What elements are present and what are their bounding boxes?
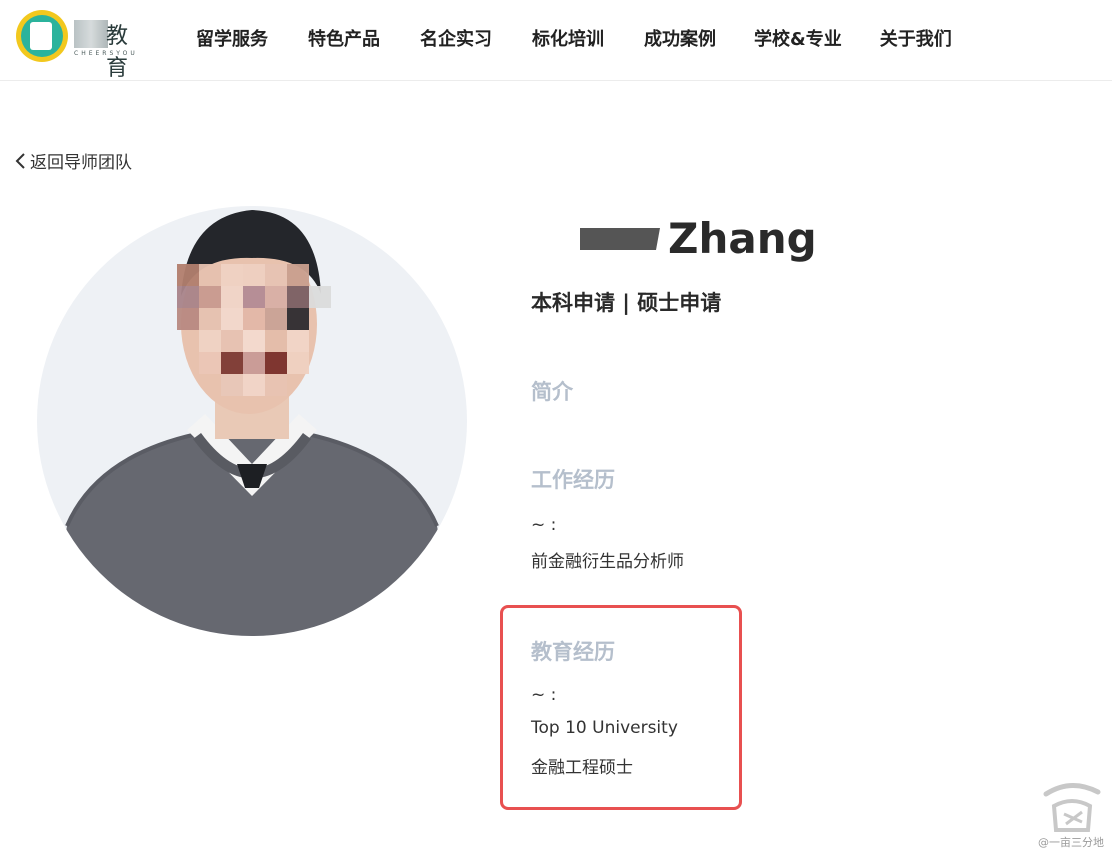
education-period: ~ :: [531, 685, 557, 705]
chevron-left-icon: [15, 152, 25, 169]
watermark-text: @一亩三分地: [1038, 836, 1104, 849]
top-header: 教育 CHEERSYOU 留学服务 特色产品 名企实习 标化培训 成功案例 学校…: [0, 0, 1112, 81]
lemon-logo-icon: [16, 10, 68, 62]
nav-item-test-prep[interactable]: 标化培训: [532, 25, 604, 53]
work-role: 前金融衍生品分析师: [531, 552, 684, 572]
mentor-portrait-illustration: [47, 210, 457, 636]
nav-item-study-abroad[interactable]: 留学服务: [196, 25, 268, 53]
mentor-services: 本科申请 | 硕士申请: [531, 291, 722, 315]
logo-tagline: CHEERSYOU: [74, 50, 138, 57]
education-heading: 教育经历: [531, 640, 615, 664]
intro-heading: 简介: [531, 380, 573, 404]
back-to-team-link[interactable]: 返回导师团队: [14, 148, 132, 173]
nav-item-internships[interactable]: 名企实习: [420, 25, 492, 53]
education-school: Top 10 University: [531, 718, 678, 738]
mentor-name: Zhang: [530, 218, 817, 260]
main-nav: 留学服务 特色产品 名企实习 标化培训 成功案例 学校&专业 关于我们: [196, 25, 952, 53]
logo-redaction: [74, 20, 108, 48]
nav-item-products[interactable]: 特色产品: [308, 25, 380, 53]
work-period: ~ :: [531, 515, 557, 535]
watermark-logo-icon: [1043, 783, 1101, 832]
nav-item-schools-majors[interactable]: 学校&专业: [754, 25, 842, 53]
mentor-name-text: Zhang: [668, 214, 817, 263]
nav-item-about-us[interactable]: 关于我们: [880, 25, 952, 53]
mentor-photo: [37, 206, 467, 636]
education-degree: 金融工程硕士: [531, 758, 633, 778]
work-experience-heading: 工作经历: [531, 468, 615, 492]
name-redaction: [580, 228, 660, 250]
back-link-label: 返回导师团队: [30, 153, 132, 173]
brand-logo[interactable]: 教育 CHEERSYOU: [16, 10, 146, 81]
nav-item-success-cases[interactable]: 成功案例: [644, 25, 716, 53]
